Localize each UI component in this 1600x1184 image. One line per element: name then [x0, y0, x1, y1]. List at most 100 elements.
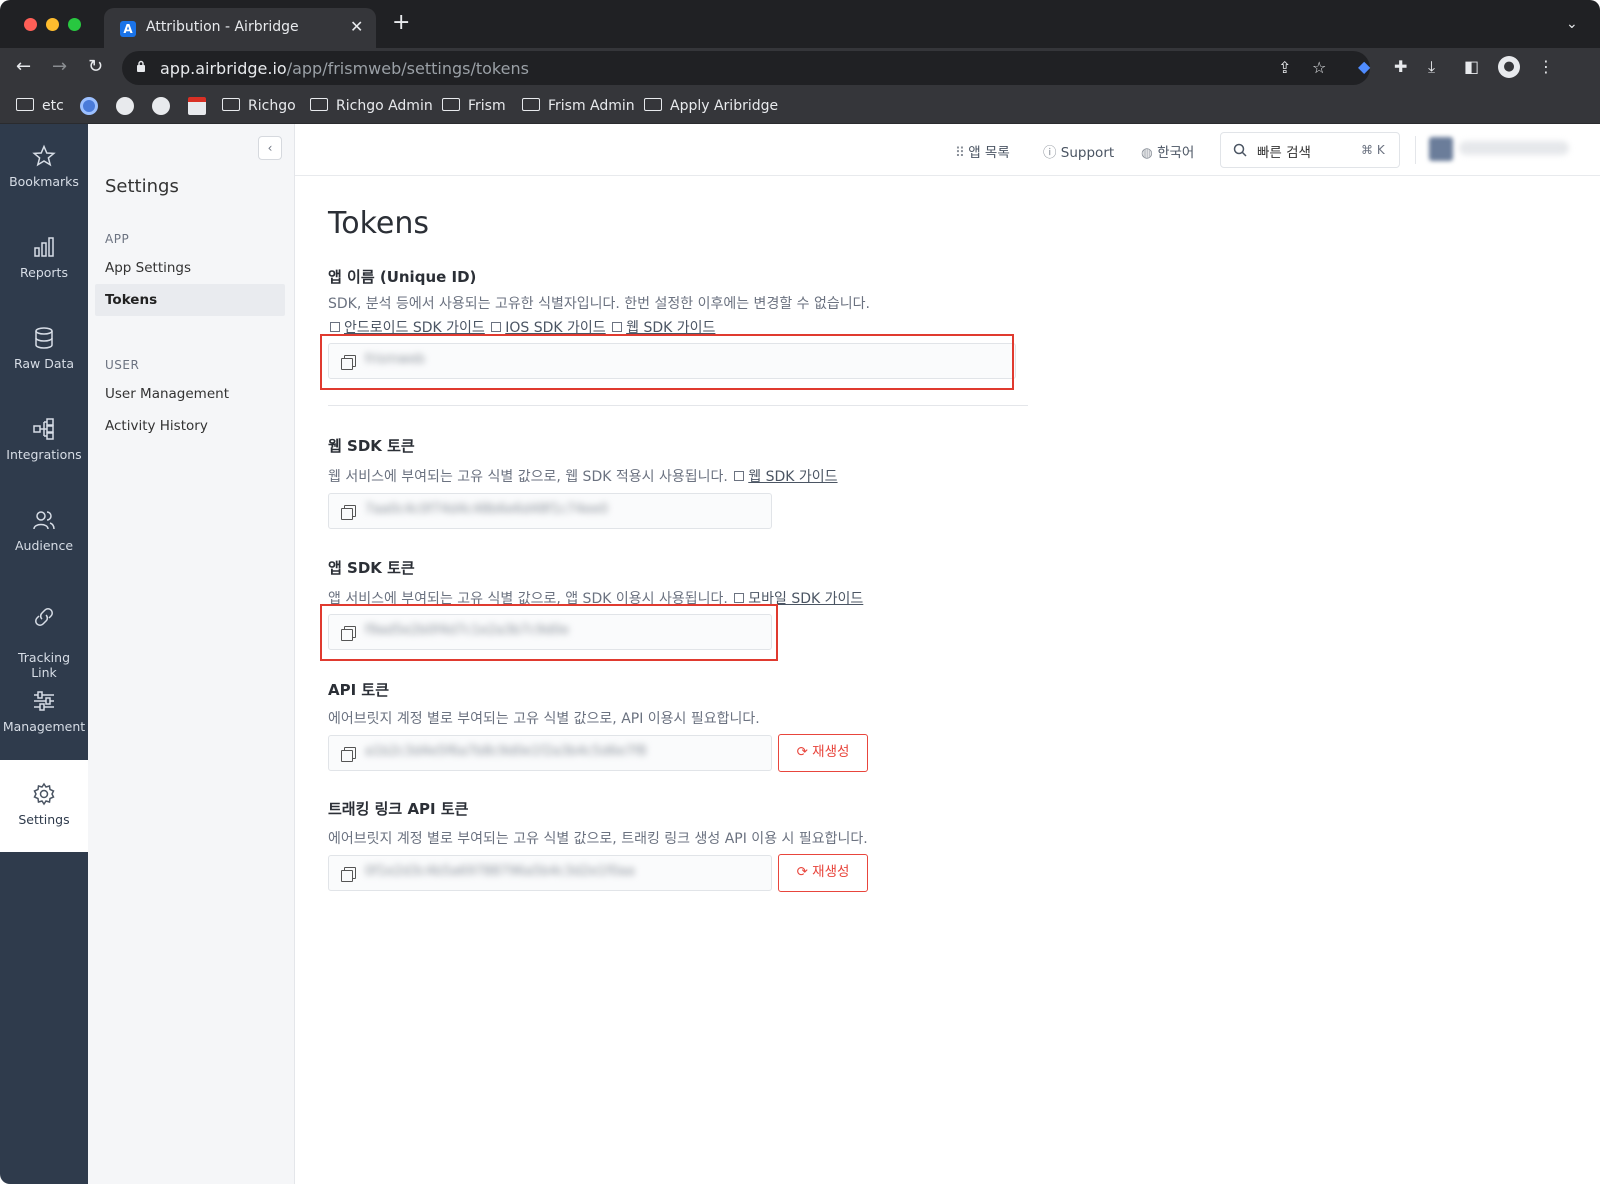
external-link-icon	[612, 322, 623, 332]
language-button[interactable]: ◍ 한국어	[1141, 141, 1194, 161]
nav-label: Management	[2, 719, 86, 734]
folder-icon	[222, 98, 240, 111]
nav-settings[interactable]: Settings	[0, 760, 88, 852]
browser-menu-icon[interactable]: ⋮	[1538, 57, 1554, 77]
support-button[interactable]: ⓘ Support	[1043, 141, 1114, 161]
forward-arrow-icon[interactable]: →	[52, 56, 67, 78]
extensions-puzzle-icon[interactable]: ✚	[1394, 57, 1407, 77]
bookmark-folder-frism[interactable]: Frism	[442, 95, 506, 117]
search-shortcut: ⌘ K	[1361, 143, 1385, 157]
section-divider	[328, 405, 1028, 406]
nav-bookmarks[interactable]: Bookmarks	[0, 144, 88, 216]
database-icon	[35, 327, 53, 349]
bar-chart-icon	[34, 237, 54, 257]
bookmark-folder-etc[interactable]: etc	[16, 95, 64, 117]
profile-avatar-icon[interactable]: ●	[1498, 56, 1520, 78]
bookmark-folder-richgo[interactable]: Richgo	[222, 95, 296, 117]
address-bar[interactable]: app.airbridge.io/app/frismweb/settings/t…	[122, 51, 1370, 85]
tab-search-chevron-icon[interactable]: ⌄	[1566, 16, 1578, 32]
external-link-icon	[734, 471, 745, 481]
bookmark-site-icon[interactable]	[80, 97, 98, 115]
nav-reports[interactable]: Reports	[0, 235, 88, 307]
download-icon[interactable]: ⤓	[1428, 57, 1435, 77]
bookmark-folder-richgo-admin[interactable]: Richgo Admin	[310, 95, 433, 117]
settings-sidebar: ‹ Settings APP App Settings Tokens USER …	[88, 124, 295, 1184]
web-sdk-token-field[interactable]: 7aa0c4c0f74d4c48b6e6d48f1c74ee0	[328, 493, 772, 529]
app-sdk-token-title: 앱 SDK 토큰	[328, 559, 415, 577]
close-window-button[interactable]	[24, 18, 37, 31]
highlight-box	[320, 334, 1014, 390]
copy-icon[interactable]	[341, 505, 356, 520]
browser-window: A Attribution - Airbridge ✕ + ⌄ ← → ↻ ap…	[0, 0, 1600, 1184]
nav-label: Bookmarks	[9, 174, 79, 189]
refresh-icon: ⟳	[796, 864, 808, 880]
tracking-link-api-token-regenerate-button[interactable]: ⟳ 재생성	[778, 854, 868, 892]
maximize-window-button[interactable]	[68, 18, 81, 31]
nav-audience[interactable]: Audience	[0, 508, 88, 580]
bookmark-folder-apply-aribridge[interactable]: Apply Aribridge	[644, 95, 778, 117]
web-sdk-guide-link[interactable]: 웹 SDK 가이드	[748, 469, 837, 485]
sliders-icon	[34, 691, 54, 711]
sidebar-item-user-management[interactable]: User Management	[95, 378, 285, 410]
nav-integrations[interactable]: Integrations	[0, 417, 88, 489]
sidebar-item-activity-history[interactable]: Activity History	[95, 410, 285, 442]
external-link-icon	[491, 322, 502, 332]
link-icon	[35, 608, 53, 626]
back-arrow-icon[interactable]: ←	[16, 56, 31, 78]
highlight-box	[320, 604, 778, 661]
extension-gem-icon[interactable]: ◆	[1358, 57, 1370, 77]
folder-icon	[644, 98, 662, 111]
folder-icon	[522, 98, 540, 111]
github-icon[interactable]	[152, 97, 170, 115]
share-icon[interactable]: ⇪	[1278, 58, 1291, 77]
user-avatar[interactable]	[1429, 137, 1453, 161]
main-nav-rail: Bookmarks Reports Raw Data Integrations …	[0, 124, 88, 1184]
header-divider	[1415, 136, 1416, 164]
nav-label: Reports	[20, 265, 68, 280]
external-link-icon	[734, 593, 745, 603]
grid-icon: ⠿	[955, 145, 965, 161]
gear-icon	[33, 782, 55, 806]
nav-raw-data[interactable]: Raw Data	[0, 326, 88, 398]
sidebar-item-app-settings[interactable]: App Settings	[95, 252, 285, 284]
nav-label: Audience	[14, 538, 74, 553]
nav-label: Tracking Link	[17, 650, 71, 680]
bookmark-star-icon[interactable]: ☆	[1312, 58, 1326, 77]
user-name-blurred[interactable]	[1459, 141, 1569, 155]
api-token-field[interactable]: a1b2c3d4e5f6a7b8c9d0e1f2a3b4c5d6e7f8	[328, 735, 772, 771]
url-text: app.airbridge.io/app/frismweb/settings/t…	[160, 59, 529, 78]
collapse-sidebar-chevron-icon[interactable]: ‹	[258, 136, 282, 160]
tracking-link-api-token-description: 에어브릿지 계정 별로 부여되는 고유 식별 값으로, 트래킹 링크 생성 AP…	[328, 831, 868, 847]
web-sdk-token-value: 7aa0c4c0f74d4c48b6e6d48f1c74ee0	[365, 502, 609, 517]
minimize-window-button[interactable]	[46, 18, 59, 31]
bookmark-folder-frism-admin[interactable]: Frism Admin	[522, 95, 635, 117]
side-panel-icon[interactable]: ◧	[1464, 57, 1479, 77]
url-host: app.airbridge.io	[160, 59, 287, 78]
tracking-link-api-token-field[interactable]: 0f1e2d3c4b5a69788796a5b4c3d2e1f0aa	[328, 855, 772, 891]
quick-search-input[interactable]: 빠른 검색 ⌘ K	[1220, 132, 1400, 168]
copy-icon[interactable]	[341, 867, 356, 882]
nav-management[interactable]: Management	[0, 689, 88, 761]
nav-tracking-link[interactable]: Tracking Link	[0, 590, 88, 680]
browser-tab[interactable]: A Attribution - Airbridge ✕	[104, 8, 376, 48]
github-icon[interactable]	[116, 97, 134, 115]
sidebar-title: Settings	[105, 176, 179, 197]
lock-icon	[137, 60, 145, 72]
airbridge-favicon-icon: A	[120, 21, 136, 37]
reload-icon[interactable]: ↻	[88, 56, 103, 78]
api-token-value: a1b2c3d4e5f6a7b8c9d0e1f2a3b4c5d6e7f8	[365, 744, 647, 759]
nav-label: Raw Data	[13, 356, 75, 371]
users-icon	[33, 511, 55, 530]
tab-close-icon[interactable]: ✕	[350, 17, 363, 36]
refresh-icon: ⟳	[796, 744, 808, 760]
tracking-link-api-token-value: 0f1e2d3c4b5a69788796a5b4c3d2e1f0aa	[365, 864, 635, 879]
new-tab-button[interactable]: +	[392, 12, 410, 34]
sidebar-section-user: USER	[105, 358, 140, 372]
globe-icon: ◍	[1141, 145, 1153, 161]
copy-icon[interactable]	[341, 747, 356, 762]
api-token-regenerate-button[interactable]: ⟳ 재생성	[778, 734, 868, 772]
sidebar-item-tokens[interactable]: Tokens	[95, 284, 285, 316]
app-list-button[interactable]: ⠿ 앱 목록	[955, 141, 1010, 161]
folder-icon	[16, 98, 34, 111]
bookmark-app-icon[interactable]	[188, 97, 206, 115]
